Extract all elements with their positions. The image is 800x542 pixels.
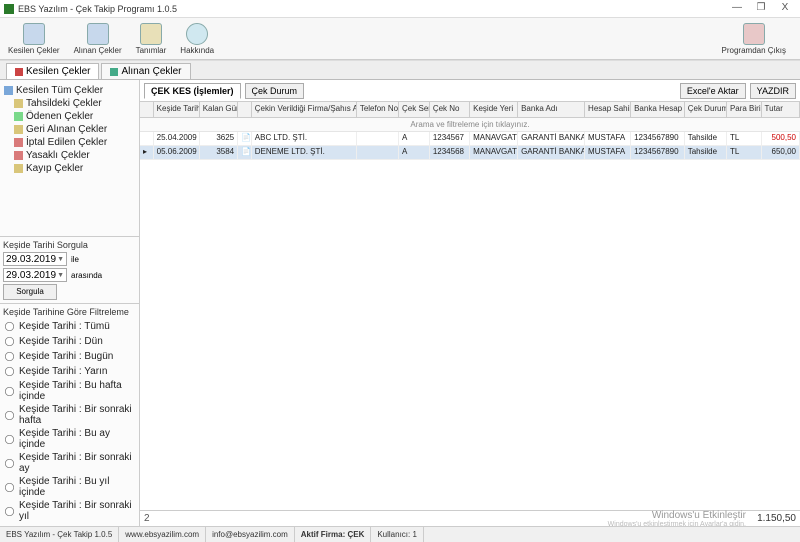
- folder-icon: [14, 112, 23, 121]
- tree-odenen[interactable]: Ödenen Çekler: [12, 110, 137, 123]
- col-telefon[interactable]: Telefon No: [357, 102, 399, 117]
- col-keside-yeri[interactable]: Keşide Yeri: [470, 102, 518, 117]
- radio-tumu[interactable]: Keşide Tarihi : Tümü: [3, 319, 136, 334]
- col-icon[interactable]: [238, 102, 252, 117]
- cikis-button[interactable]: Programdan Çıkış: [718, 21, 790, 57]
- hakkinda-label: Hakkında: [180, 46, 214, 55]
- date-filter-title: Keşide Tarihine Göre Filtreleme: [3, 307, 136, 317]
- tab-kesilen-cekler[interactable]: Kesilen Çekler: [6, 63, 99, 79]
- alinan-label: Alınan Çekler: [74, 46, 122, 55]
- grid-filter-hint[interactable]: Arama ve filtreleme için tıklayınız.: [140, 118, 800, 132]
- cek-durum-tab[interactable]: Çek Durum: [245, 83, 305, 99]
- chevron-down-icon: ▼: [57, 272, 64, 279]
- hakkinda-icon: [186, 23, 208, 45]
- folder-icon: [14, 151, 23, 160]
- radio-sonraki-hafta[interactable]: Keşide Tarihi : Bir sonraki hafta: [3, 403, 136, 427]
- date-from-picker[interactable]: 29.03.2019▼: [3, 252, 67, 266]
- col-cek-no[interactable]: Çek No: [430, 102, 470, 117]
- tanimlar-button[interactable]: Tanımlar: [132, 21, 171, 57]
- tree-iptal[interactable]: İptal Edilen Çekler: [12, 136, 137, 149]
- radio-sonraki-ay[interactable]: Keşide Tarihi : Bir sonraki ay: [3, 451, 136, 475]
- cikis-label: Programdan Çıkış: [722, 46, 786, 55]
- excel-aktar-button[interactable]: Excel'e Aktar: [680, 83, 746, 99]
- col-hesap-no[interactable]: Banka Hesap No: [631, 102, 685, 117]
- tanimlar-label: Tanımlar: [136, 46, 167, 55]
- row-icon: 📄: [238, 146, 252, 159]
- radio-bu-ay[interactable]: Keşide Tarihi : Bu ay içinde: [3, 427, 136, 451]
- table-row[interactable]: ▸ 05.06.2009 3584 📄 DENEME LTD. ŞTİ. A 1…: [140, 146, 800, 160]
- status-kullanici: Kullanıcı: 1: [371, 527, 424, 542]
- table-row[interactable]: 25.04.2009 3625 📄 ABC LTD. ŞTİ. A 123456…: [140, 132, 800, 146]
- grid-header-row: Keşide Tarihi Kalan Gün Çekin Verildiği …: [140, 102, 800, 118]
- tab-alinan-cekler[interactable]: Alınan Çekler: [101, 63, 190, 79]
- tree-root[interactable]: Kesilen Tüm Çekler: [2, 84, 137, 97]
- restore-button[interactable]: ❐: [750, 2, 772, 16]
- folder-icon: [4, 86, 13, 95]
- radio-bugun[interactable]: Keşide Tarihi : Bugün: [3, 349, 136, 364]
- status-mail[interactable]: info@ebsyazilim.com: [206, 527, 295, 542]
- kesilen-label: Kesilen Çekler: [8, 46, 60, 55]
- col-kalan-gun[interactable]: Kalan Gün: [200, 102, 238, 117]
- tanimlar-icon: [140, 23, 162, 45]
- radio-yarin[interactable]: Keşide Tarihi : Yarın: [3, 364, 136, 379]
- tab-alinan-label: Alınan Çekler: [121, 66, 181, 77]
- date-to-picker[interactable]: 29.03.2019▼: [3, 268, 67, 282]
- col-marker[interactable]: [140, 102, 154, 117]
- chevron-down-icon: ▼: [57, 256, 64, 263]
- folder-icon: [14, 138, 23, 147]
- row-count: 2: [144, 513, 164, 524]
- minimize-button[interactable]: —: [726, 2, 748, 16]
- arasinda-label: arasında: [71, 271, 102, 280]
- col-tutar[interactable]: Tutar: [762, 102, 800, 117]
- status-firma: Aktif Firma: ÇEK: [295, 527, 372, 542]
- tab-kesilen-icon: [15, 68, 23, 76]
- ile-label: ile: [71, 255, 79, 264]
- date-query-title: Keşide Tarihi Sorgula: [3, 240, 136, 250]
- radio-sonraki-yil[interactable]: Keşide Tarihi : Bir sonraki yıl: [3, 499, 136, 523]
- kesilen-icon: [23, 23, 45, 45]
- radio-dun[interactable]: Keşide Tarihi : Dün: [3, 334, 136, 349]
- folder-icon: [14, 125, 23, 134]
- cek-kes-tab[interactable]: ÇEK KES (İşlemler): [144, 83, 241, 99]
- tree-tahsildeki[interactable]: Tahsildeki Çekler: [12, 97, 137, 110]
- alinan-icon: [87, 23, 109, 45]
- cikis-icon: [743, 23, 765, 45]
- alinan-cekler-button[interactable]: Alınan Çekler: [70, 21, 126, 57]
- tab-alinan-icon: [110, 68, 118, 76]
- windows-watermark: Windows'u Etkinleştir: [164, 510, 746, 521]
- app-icon: [4, 4, 14, 14]
- col-durum[interactable]: Çek Durumu: [685, 102, 727, 117]
- col-hesap-sahibi[interactable]: Hesap Sahibi: [585, 102, 631, 117]
- category-tree: Kesilen Tüm Çekler Tahsildeki Çekler Öde…: [0, 80, 139, 236]
- tab-kesilen-label: Kesilen Çekler: [26, 66, 90, 77]
- grid-body: 25.04.2009 3625 📄 ABC LTD. ŞTİ. A 123456…: [140, 132, 800, 510]
- col-firma[interactable]: Çekin Verildiği Firma/Şahıs Adı: [252, 102, 357, 117]
- status-site[interactable]: www.ebsyazilim.com: [119, 527, 206, 542]
- yazdir-button[interactable]: YAZDIR: [750, 83, 796, 99]
- sorgula-button[interactable]: Sorgula: [3, 284, 57, 300]
- col-banka[interactable]: Banka Adı: [518, 102, 585, 117]
- folder-icon: [14, 164, 23, 173]
- kesilen-cekler-button[interactable]: Kesilen Çekler: [4, 21, 64, 57]
- tree-yasakli[interactable]: Yasaklı Çekler: [12, 149, 137, 162]
- folder-icon: [14, 99, 23, 108]
- col-keside-tarihi[interactable]: Keşide Tarihi: [154, 102, 200, 117]
- radio-bu-yil[interactable]: Keşide Tarihi : Bu yıl içinde: [3, 475, 136, 499]
- col-birim[interactable]: Para Birimi: [727, 102, 762, 117]
- row-icon: 📄: [238, 132, 252, 145]
- radio-bu-hafta[interactable]: Keşide Tarihi : Bu hafta içinde: [3, 379, 136, 403]
- tree-geri-alinan[interactable]: Geri Alınan Çekler: [12, 123, 137, 136]
- hakkinda-button[interactable]: Hakkında: [176, 21, 218, 57]
- status-app: EBS Yazılım - Çek Takip 1.0.5: [0, 527, 119, 542]
- close-button[interactable]: X: [774, 2, 796, 16]
- total-amount: 1.150,50: [746, 513, 796, 524]
- tree-kayip[interactable]: Kayıp Çekler: [12, 162, 137, 175]
- col-seri[interactable]: Çek Seri: [399, 102, 430, 117]
- window-title: EBS Yazılım - Çek Takip Programı 1.0.5: [18, 4, 724, 14]
